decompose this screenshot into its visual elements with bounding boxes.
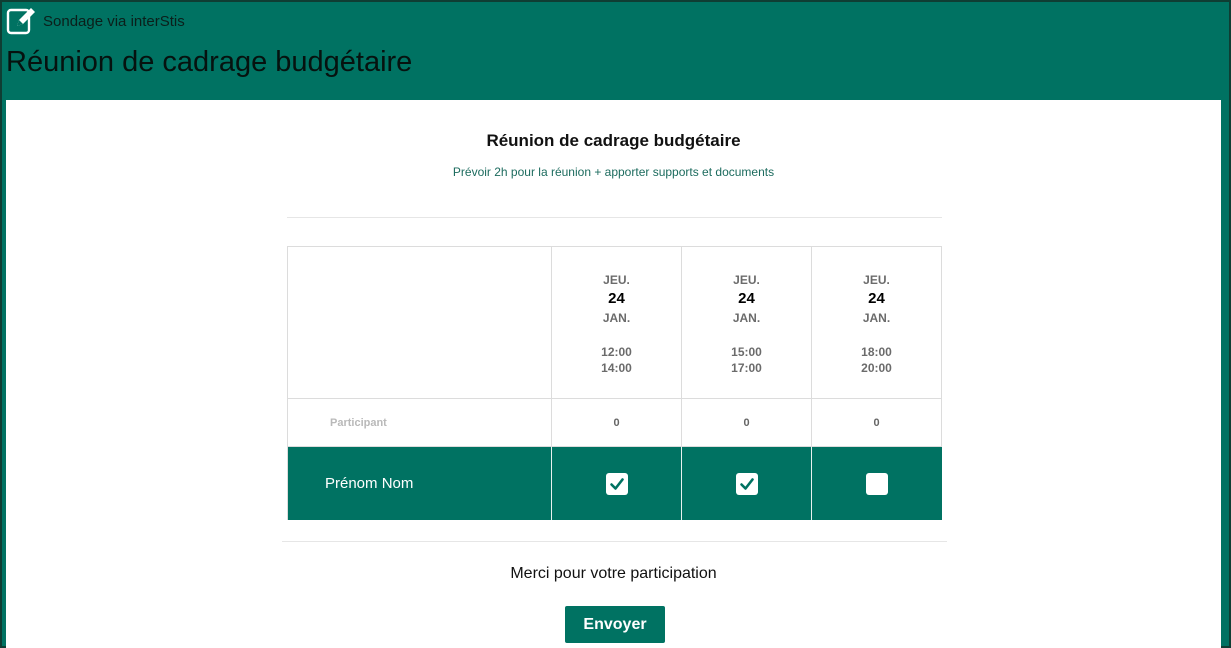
vote-checkbox-1[interactable] [605, 472, 628, 495]
option-weekday: JEU. [863, 273, 890, 287]
brand: Sondage via interStis [6, 6, 185, 36]
header: Sondage via interStis Réunion de cadrage… [2, 2, 1229, 100]
participant-count-row: Participant 0 0 0 [287, 399, 942, 447]
option-2-count: 0 [682, 399, 812, 447]
page-title: Réunion de cadrage budgétaire [6, 46, 413, 78]
check-icon [739, 477, 754, 490]
option-day: 24 [738, 290, 755, 307]
voter-name: Prénom Nom [287, 447, 552, 520]
divider [287, 217, 942, 218]
date-header-row: JEU. 24 JAN. 12:00 14:00 JEU. 24 JAN. 15… [287, 246, 942, 399]
option-end-time: 17:00 [731, 361, 762, 375]
vote-cell-3 [812, 447, 942, 520]
date-option-3: JEU. 24 JAN. 18:00 20:00 [812, 246, 942, 399]
edit-note-icon [6, 6, 36, 36]
option-start-time: 18:00 [861, 345, 892, 359]
date-option-2: JEU. 24 JAN. 15:00 17:00 [682, 246, 812, 399]
poll-content: Réunion de cadrage budgétaire Prévoir 2h… [6, 100, 1221, 648]
submit-button[interactable]: Envoyer [565, 606, 665, 643]
brand-name: Sondage via interStis [43, 12, 185, 30]
poll-grid: JEU. 24 JAN. 12:00 14:00 JEU. 24 JAN. 15… [287, 246, 942, 520]
option-day: 24 [608, 290, 625, 307]
option-weekday: JEU. [603, 273, 630, 287]
thanks-message: Merci pour votre participation [510, 565, 717, 582]
option-1-count: 0 [552, 399, 682, 447]
option-month: JAN. [602, 311, 631, 325]
participant-label: Participant [287, 399, 552, 447]
vote-checkbox-2[interactable] [735, 472, 758, 495]
corner-cell [287, 246, 552, 399]
option-start-time: 15:00 [731, 345, 762, 359]
poll-description: Prévoir 2h pour la réunion + apporter su… [452, 165, 775, 179]
option-3-count: 0 [812, 399, 942, 447]
option-day: 24 [868, 290, 885, 307]
option-month: JAN. [862, 311, 891, 325]
option-start-time: 12:00 [601, 345, 632, 359]
divider [282, 541, 947, 542]
vote-checkbox-3[interactable] [866, 472, 888, 495]
poll-title: Réunion de cadrage budgétaire [486, 131, 741, 150]
app-window: Sondage via interStis Réunion de cadrage… [0, 0, 1231, 648]
option-end-time: 20:00 [861, 361, 892, 375]
option-month: JAN. [732, 311, 761, 325]
vote-cell-1 [552, 447, 682, 520]
date-option-1: JEU. 24 JAN. 12:00 14:00 [552, 246, 682, 399]
voter-row: Prénom Nom [287, 447, 942, 520]
vote-cell-2 [682, 447, 812, 520]
check-icon [609, 477, 624, 490]
option-end-time: 14:00 [601, 361, 632, 375]
option-weekday: JEU. [733, 273, 760, 287]
